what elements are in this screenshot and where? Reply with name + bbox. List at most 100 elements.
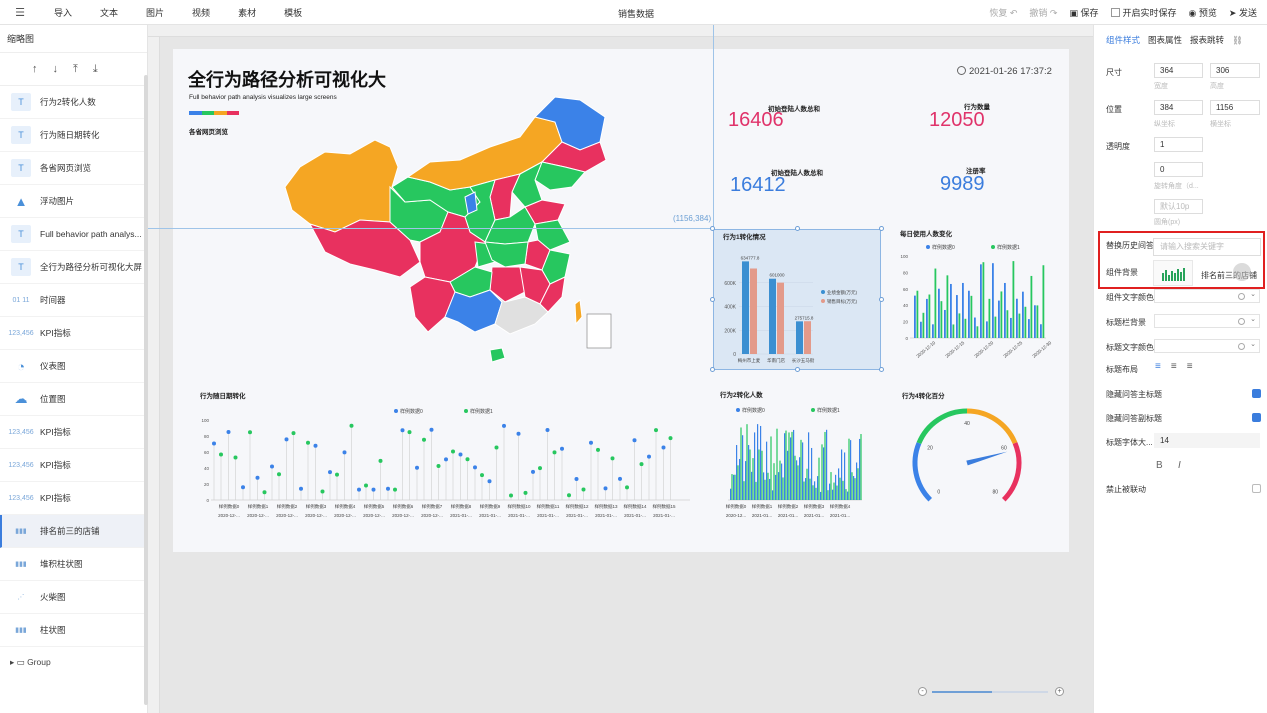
move-bottom-icon[interactable]: ⤓	[93, 63, 98, 76]
hide-main-title-checkbox[interactable]	[1252, 389, 1261, 398]
layer-item[interactable]: ▮▮▮ 堆积柱状图	[0, 548, 147, 581]
layer-item[interactable]: T 各省网页浏览	[0, 152, 147, 185]
move-up-icon[interactable]: ↑	[32, 63, 38, 75]
zoom-in-button[interactable]: +	[1055, 687, 1064, 696]
chart3-svg[interactable]: 样例数据0 样例数据1020406080100样例数据02020-12-...样例…	[195, 402, 695, 524]
chart1-svg[interactable]: 0 200K 400K 600K 梅州市上麦 634777.8 华南门店 601000 长沙五马…	[713, 229, 881, 370]
autosave-toggle[interactable]: 开启实时保存	[1110, 6, 1177, 19]
layer-item[interactable]: ▲ 浮动图片	[0, 185, 147, 218]
title-font-size-input[interactable]: 14	[1154, 433, 1260, 448]
layer-item[interactable]: 123,456 KPI指标	[0, 482, 147, 515]
dashboard-title[interactable]: 全行为路径分析可视化大	[188, 66, 386, 92]
save-button[interactable]: ▣ 保存	[1069, 6, 1098, 19]
chart4-svg[interactable]: 样例数据0 样例数据1 样例数据0 2020-12... 样例数据1 2021-01...…	[716, 402, 864, 524]
lollipop-point	[487, 479, 492, 484]
layer-item[interactable]: ▮▮▮ 柱状图	[0, 614, 147, 647]
publish-button[interactable]: ➤ 发送	[1229, 6, 1257, 19]
menu-icon[interactable]: ☰	[0, 6, 40, 19]
layer-item[interactable]: T 全行为路径分析可视化大屏	[0, 251, 147, 284]
menu-template[interactable]: 模板	[284, 6, 302, 19]
chart5-svg[interactable]: 0 20 40 60 80	[905, 405, 1040, 515]
move-down-icon[interactable]: ↓	[53, 63, 59, 75]
layer-item[interactable]: T 行为随日期转化	[0, 119, 147, 152]
chevron-right-icon[interactable]: ▸	[10, 657, 14, 668]
map-region-yunnan[interactable]	[409, 276, 456, 333]
italic-button[interactable]: I	[1178, 460, 1181, 471]
lollipop-point	[233, 455, 238, 460]
opacity-input[interactable]: 1	[1154, 137, 1203, 152]
menu-image[interactable]: 图片	[146, 6, 164, 19]
redo-button[interactable]: 撤销 ↷	[1029, 6, 1057, 19]
layer-item[interactable]: ◔ 仪表图	[0, 350, 147, 383]
move-top-icon[interactable]: ⤒	[73, 63, 78, 76]
radius-input[interactable]: 默认10p	[1154, 199, 1203, 214]
preview-button[interactable]: ◉ 预览	[1189, 6, 1217, 19]
resize-handle-e[interactable]	[879, 297, 884, 302]
zoom-out-button[interactable]: -	[918, 687, 927, 696]
menu-text[interactable]: 文本	[100, 6, 118, 19]
resize-handle-nw[interactable]	[710, 226, 715, 231]
hide-sub-title-checkbox[interactable]	[1252, 413, 1261, 422]
height-input[interactable]: 306	[1210, 63, 1260, 78]
position-x-input[interactable]: 384	[1154, 100, 1203, 115]
menu-video[interactable]: 视频	[192, 6, 210, 19]
kpi-value-1[interactable]: 16406	[728, 109, 784, 132]
text-color-select[interactable]: ⌄	[1154, 289, 1260, 303]
resize-handle-se[interactable]	[879, 367, 884, 372]
resize-handle-n[interactable]	[795, 226, 800, 231]
lollipop-point	[668, 436, 673, 441]
layer-item[interactable]: 123,456 KPI指标	[0, 416, 147, 449]
folder-icon: ▭	[16, 656, 25, 667]
disable-link-checkbox[interactable]	[1252, 484, 1261, 493]
resize-handle-ne[interactable]	[879, 226, 884, 231]
link-icon[interactable]: ⛓	[1232, 35, 1243, 46]
tab-report-link[interactable]: 报表跳转	[1190, 34, 1224, 46]
kpi-value-4[interactable]: 9989	[940, 173, 985, 196]
resize-handle-s[interactable]	[795, 367, 800, 372]
layer-item[interactable]: ⋰ 火柴图	[0, 581, 147, 614]
map-title[interactable]: 各省网页浏览	[189, 126, 228, 136]
map-region-xinjiang[interactable]	[284, 139, 406, 233]
menu-import[interactable]: 导入	[54, 6, 72, 19]
map-region-guangxi[interactable]	[444, 289, 503, 333]
autosave-checkbox[interactable]	[1110, 8, 1120, 17]
layer-group[interactable]: ▸ ▭ Group	[0, 647, 147, 677]
title-text-color-select[interactable]: ⌄	[1154, 339, 1260, 353]
legend-label: 样例数据0	[932, 244, 955, 251]
kpi-value-3[interactable]: 16412	[730, 174, 786, 197]
layer-item[interactable]: 123,456 KPI指标	[0, 449, 147, 482]
layer-item[interactable]: T Full behavior path analys...	[0, 218, 147, 251]
width-input[interactable]: 364	[1154, 63, 1203, 78]
bar	[1022, 291, 1024, 338]
history-search-input[interactable]: 请输入搜索关键字	[1153, 238, 1261, 256]
align-center-icon[interactable]: ≡	[1171, 361, 1177, 372]
layer-item[interactable]: ▮▮▮ 排名前三的店铺	[0, 515, 147, 548]
layer-item[interactable]: ☁ 位置图	[0, 383, 147, 416]
chart2-svg[interactable]: 样例数据0 样例数据1 0 20 40 60 80 100 2020-12-10 2020-12-…	[898, 238, 1053, 370]
layer-item[interactable]: 01 11 时间器	[0, 284, 147, 317]
title-bg-select[interactable]: ⌄	[1154, 314, 1260, 328]
map-region-hainan[interactable]	[489, 347, 506, 363]
resize-handle-w[interactable]	[710, 297, 715, 302]
china-map[interactable]	[280, 92, 620, 367]
resize-handle-sw[interactable]	[710, 367, 715, 372]
rotate-input[interactable]: 0	[1154, 162, 1203, 177]
layer-item[interactable]: 123,456 KPI指标	[0, 317, 147, 350]
bold-button[interactable]: B	[1156, 460, 1163, 471]
x-tick-label: 样例数据4	[830, 503, 851, 510]
tab-component-style[interactable]: 组件样式	[1106, 34, 1140, 46]
title-bg-label: 标题栏背景	[1106, 318, 1146, 327]
align-left-icon[interactable]: ≡	[1155, 361, 1161, 372]
datetime-widget[interactable]: 2021-01-26 17:37:2	[957, 66, 1052, 77]
suggestion-thumbnail[interactable]	[1153, 260, 1193, 286]
menu-material[interactable]: 素材	[238, 6, 256, 19]
align-right-icon[interactable]: ≡	[1187, 361, 1193, 372]
kpi-value-2[interactable]: 12050	[929, 109, 985, 132]
lollipop-point	[458, 452, 463, 457]
layer-item[interactable]: T 行为2转化人数	[0, 86, 147, 119]
map-region-taiwan[interactable]	[574, 299, 583, 326]
undo-button[interactable]: 恢复 ↶	[989, 6, 1017, 19]
position-y-input[interactable]: 1156	[1210, 100, 1260, 115]
tab-chart-properties[interactable]: 图表属性	[1148, 34, 1182, 46]
lollipop-point	[502, 423, 506, 428]
